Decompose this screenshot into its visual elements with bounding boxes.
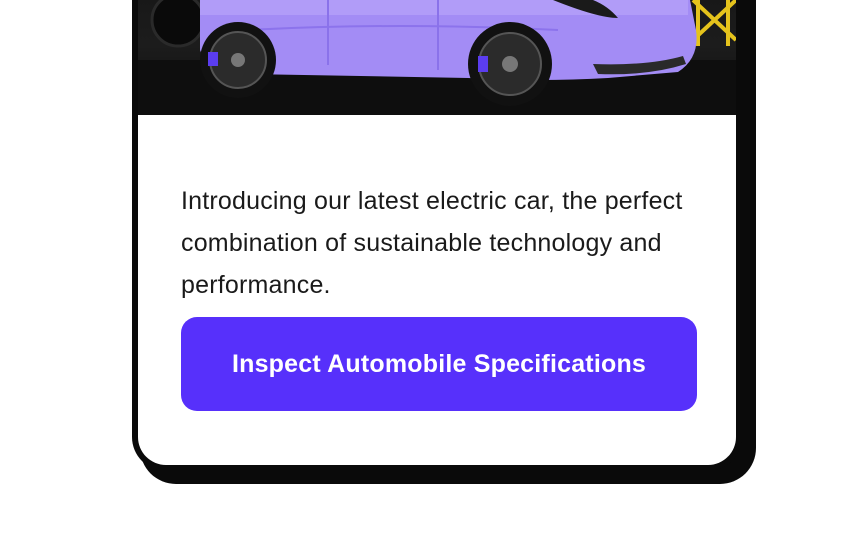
car-illustration <box>138 0 736 115</box>
hero-image <box>138 0 736 115</box>
inspect-specifications-button[interactable]: Inspect Automobile Specifications <box>181 317 697 411</box>
product-description: Introducing our latest electric car, the… <box>181 187 683 299</box>
product-card: Introducing our latest electric car, the… <box>132 0 742 471</box>
